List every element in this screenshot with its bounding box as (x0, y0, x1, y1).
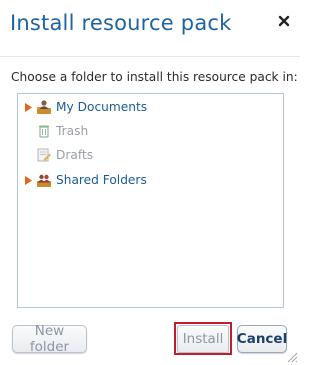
folder-prompt: Choose a folder to install this resource… (11, 70, 298, 84)
dialog-title: Install resource pack (10, 11, 232, 35)
tree-item-label: Shared Folders (56, 173, 147, 187)
tree-item-trash: Trash (24, 122, 88, 140)
install-button[interactable]: Install (177, 325, 229, 353)
user-folder-icon (37, 100, 51, 114)
new-folder-button[interactable]: New folder (12, 323, 87, 355)
expand-arrow-icon[interactable] (24, 175, 33, 186)
tree-item-drafts: Drafts (24, 146, 93, 164)
tree-item-my-documents[interactable]: My Documents (24, 98, 147, 116)
trash-icon (39, 125, 49, 138)
title-divider (0, 56, 300, 57)
tree-item-label: Drafts (56, 148, 94, 162)
tree-item-label: My Documents (56, 100, 148, 114)
resize-grip-icon[interactable] (286, 351, 298, 363)
drafts-icon (37, 148, 51, 162)
close-icon[interactable] (277, 14, 291, 28)
cancel-button[interactable]: Cancel (237, 325, 287, 353)
tree-item-shared-folders[interactable]: Shared Folders (24, 171, 147, 189)
expand-arrow-icon[interactable] (24, 102, 33, 113)
shared-folder-icon (37, 174, 51, 187)
folder-tree[interactable]: My Documents Trash Drafts Shared Folders (17, 93, 284, 308)
tree-item-label: Trash (56, 124, 89, 138)
